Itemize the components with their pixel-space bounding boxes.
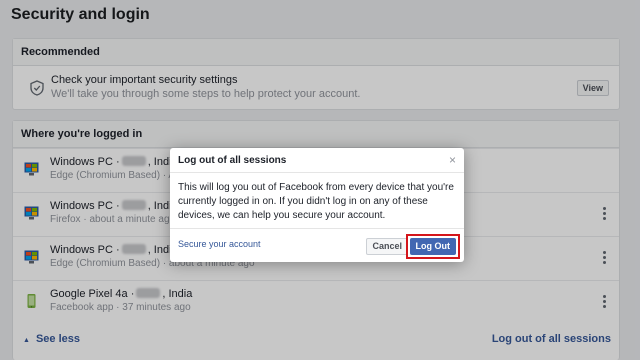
logout-button[interactable]: Log Out	[409, 238, 456, 255]
logout-highlight: Log Out	[405, 234, 460, 259]
dialog-body: This will log you out of Facebook from e…	[178, 182, 454, 221]
logout-dialog: Log out of all sessions × This will log …	[170, 148, 464, 262]
cancel-button[interactable]: Cancel	[366, 238, 408, 255]
dialog-title: Log out of all sessions	[178, 155, 287, 166]
close-icon[interactable]: ×	[449, 153, 456, 167]
dialog-header: Log out of all sessions ×	[170, 148, 464, 173]
secure-account-link[interactable]: Secure your account	[178, 239, 261, 249]
dialog-footer: Secure your account Cancel Log Out	[170, 228, 464, 262]
